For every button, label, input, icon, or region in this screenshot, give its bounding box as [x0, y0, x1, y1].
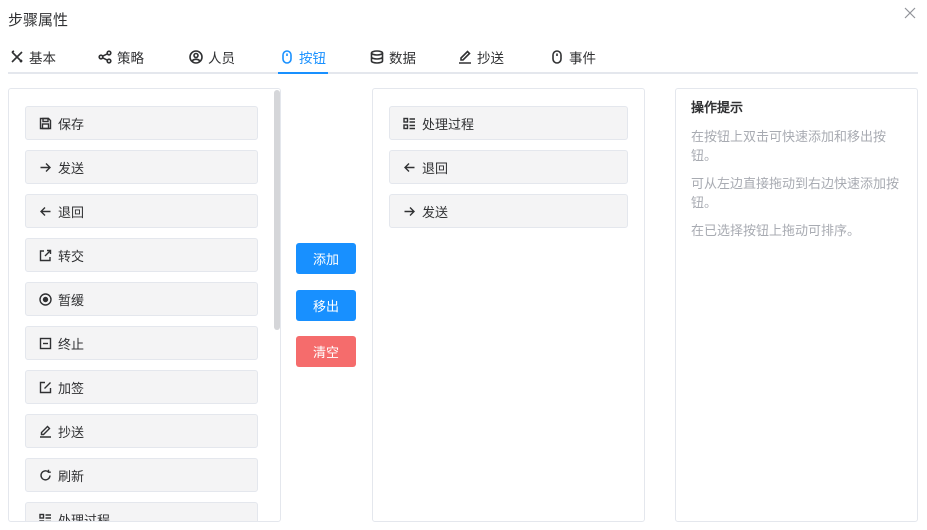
- minus-square-icon: [39, 337, 52, 349]
- tab-data[interactable]: 数据: [370, 42, 416, 72]
- tools-icon: [11, 50, 23, 63]
- tab-label: 数据: [389, 51, 416, 67]
- list-icon: [39, 513, 51, 521]
- edit-square-icon: [39, 381, 52, 393]
- edit-icon: [459, 50, 471, 64]
- remove-button[interactable]: 移出: [296, 290, 356, 321]
- arrow-right-icon: [40, 162, 51, 172]
- available-button-cc[interactable]: 抄送: [25, 414, 258, 448]
- list-icon: [403, 117, 415, 129]
- arrow-left-icon: [40, 206, 51, 216]
- button-label: 终止: [58, 337, 85, 353]
- tab-buttons[interactable]: 按钮: [280, 42, 326, 72]
- tab-label: 事件: [569, 51, 596, 67]
- tab-basic[interactable]: 基本: [10, 42, 56, 72]
- share-icon: [98, 50, 112, 64]
- tips-panel: 操作提示 在按钮上双击可快速添加和移出按钮。 可从左边直接拖动到右边快速添加按钮…: [675, 88, 918, 522]
- button-label: 转交: [58, 249, 85, 265]
- record-icon: [39, 292, 52, 306]
- mouse-icon: [552, 50, 562, 64]
- button-label: 处理过程: [58, 513, 111, 522]
- arrow-left-icon: [404, 162, 415, 172]
- tab-events[interactable]: 事件: [550, 42, 596, 72]
- tips-title: 操作提示: [691, 101, 744, 116]
- available-button-countersign[interactable]: 加签: [25, 370, 258, 404]
- tip-line: 在已选择按钮上拖动可排序。: [691, 224, 861, 239]
- arrow-right-icon: [404, 206, 415, 216]
- refresh-icon: [40, 469, 51, 481]
- database-icon: [370, 50, 384, 64]
- export-icon: [39, 249, 52, 261]
- active-tab-indicator: [278, 72, 328, 74]
- selected-button-process[interactable]: 处理过程: [389, 106, 628, 140]
- tab-cc[interactable]: 抄送: [458, 42, 504, 72]
- tab-strategy[interactable]: 策略: [98, 42, 144, 72]
- button-label: 暂缓: [58, 293, 85, 309]
- add-button[interactable]: 添加: [296, 243, 356, 274]
- button-label: 加签: [58, 381, 85, 397]
- edit-icon: [40, 425, 51, 438]
- available-button-return[interactable]: 退回: [25, 194, 258, 228]
- tip-line: 在按钮上双击可快速添加和移出按钮。: [691, 130, 887, 164]
- available-button-transfer[interactable]: 转交: [25, 238, 258, 272]
- button-label: 处理过程: [422, 117, 475, 133]
- selected-button-send[interactable]: 发送: [389, 194, 628, 228]
- available-button-send[interactable]: 发送: [25, 150, 258, 184]
- user-circle-icon: [189, 50, 203, 64]
- tip-line: 可从左边直接拖动到右边快速添加按钮。: [691, 177, 900, 211]
- clear-button[interactable]: 清空: [296, 336, 356, 367]
- selected-button-return[interactable]: 退回: [389, 150, 628, 184]
- selected-buttons-panel[interactable]: 处理过程 退回 发送: [372, 88, 645, 522]
- tab-label: 策略: [117, 51, 144, 67]
- tab-label: 抄送: [477, 51, 504, 67]
- available-buttons-panel[interactable]: 保存 发送 退回 转交 暂缓 终止 加签 抄送 刷新 处理过程: [8, 88, 281, 522]
- available-button-terminate[interactable]: 终止: [25, 326, 258, 360]
- tab-personnel[interactable]: 人员: [189, 42, 235, 72]
- button-label: 保存: [58, 117, 85, 133]
- tab-label: 按钮: [299, 51, 326, 67]
- button-label: 发送: [58, 161, 85, 177]
- available-button-suspend[interactable]: 暂缓: [25, 282, 258, 316]
- dialog-title: 步骤属性: [8, 11, 69, 29]
- button-label: 发送: [422, 205, 449, 221]
- close-icon: [904, 7, 916, 19]
- button-label: 刷新: [58, 469, 85, 485]
- scrollbar-thumb[interactable]: [274, 90, 280, 330]
- available-button-save[interactable]: 保存: [25, 106, 258, 140]
- tab-bar: 基本 策略 人员 按钮 数据 抄送 事件: [8, 42, 918, 74]
- button-label: 退回: [422, 161, 449, 177]
- button-label: 退回: [58, 205, 85, 221]
- save-icon: [39, 117, 52, 129]
- mouse-icon: [282, 50, 292, 64]
- tab-label: 基本: [29, 51, 56, 67]
- available-button-process[interactable]: 处理过程: [25, 502, 258, 522]
- available-button-refresh[interactable]: 刷新: [25, 458, 258, 492]
- tab-label: 人员: [208, 51, 235, 67]
- button-label: 抄送: [58, 425, 85, 441]
- close-button[interactable]: [903, 6, 919, 22]
